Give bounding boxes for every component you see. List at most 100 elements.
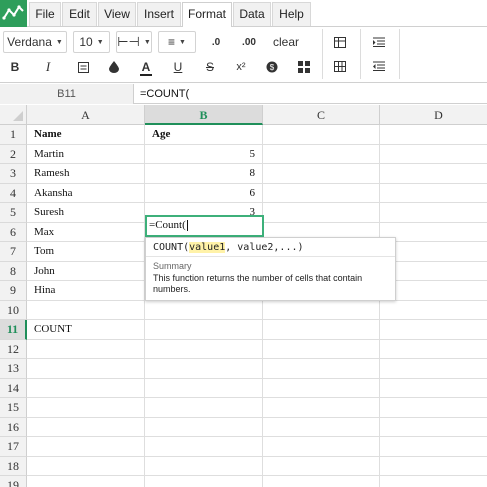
app-logo-icon[interactable] (0, 0, 27, 27)
cell-a10[interactable] (27, 300, 145, 320)
cell-b12[interactable] (145, 339, 263, 359)
cell-c19[interactable] (263, 476, 380, 487)
cell-a1[interactable]: Name (27, 125, 145, 145)
cell-c15[interactable] (263, 398, 380, 418)
menu-view[interactable]: View (98, 2, 136, 26)
cell-d2[interactable] (380, 145, 487, 164)
number-format-icon[interactable] (295, 58, 313, 76)
row-header[interactable]: 19 (0, 476, 27, 487)
cell-d15[interactable] (380, 398, 487, 418)
cell-a8[interactable]: John (27, 261, 145, 281)
cell-a17[interactable] (27, 437, 145, 457)
cell-b11[interactable] (145, 320, 263, 340)
cell-b4[interactable]: 6 (145, 183, 263, 203)
cell-a11[interactable]: COUNT (27, 320, 145, 340)
cell-a19[interactable] (27, 476, 145, 487)
menu-insert[interactable]: Insert (137, 2, 181, 26)
cell-a18[interactable] (27, 456, 145, 476)
row-header[interactable]: 12 (0, 339, 27, 359)
cell-b16[interactable] (145, 417, 263, 437)
cell-a2[interactable]: Martin (27, 144, 145, 164)
row-header[interactable]: 13 (0, 359, 27, 379)
cell-c13[interactable] (263, 359, 380, 379)
column-header-a[interactable]: A (27, 105, 145, 125)
row-header[interactable]: 6 (0, 222, 27, 242)
cell-d12[interactable] (380, 340, 487, 359)
row-header[interactable]: 1 (0, 125, 27, 145)
increase-decimals-button[interactable]: .00 (236, 32, 262, 52)
menu-help[interactable]: Help (272, 2, 311, 26)
cell-d13[interactable] (380, 359, 487, 379)
font-family-dropdown[interactable]: Verdana ▼ (3, 31, 67, 53)
row-header[interactable]: 9 (0, 281, 27, 301)
cell-c18[interactable] (263, 456, 380, 476)
cell-a7[interactable]: Tom (27, 242, 145, 262)
menu-data[interactable]: Data (233, 2, 271, 26)
column-header-d[interactable]: D (380, 105, 487, 125)
row-header[interactable]: 10 (0, 300, 27, 320)
cell-a4[interactable]: Akansha (27, 183, 145, 203)
font-size-dropdown[interactable]: 10 ▼ (73, 31, 110, 53)
column-header-b[interactable]: B (145, 105, 263, 125)
cell-a6[interactable]: Max (27, 222, 145, 242)
cell-reference-box[interactable]: B11 (0, 84, 134, 104)
decrease-decimals-button[interactable]: .0 (204, 32, 228, 52)
cell-d11[interactable] (380, 320, 487, 340)
cell-d3[interactable] (380, 164, 487, 184)
cell-b10[interactable] (145, 300, 263, 320)
wrap-text-icon[interactable] (74, 58, 92, 76)
row-header[interactable]: 5 (0, 203, 27, 223)
indent-decrease-icon[interactable] (369, 56, 389, 76)
cell-a13[interactable] (27, 359, 145, 379)
cell-d17[interactable] (380, 437, 487, 457)
cell-b17[interactable] (145, 437, 263, 457)
text-color-icon[interactable]: A (137, 58, 155, 78)
menu-file[interactable]: File (29, 2, 61, 26)
bold-icon[interactable]: B (6, 58, 24, 76)
cell-b3[interactable]: 8 (145, 164, 263, 184)
cell-d4[interactable] (380, 184, 487, 203)
cell-a3[interactable]: Ramesh (27, 164, 145, 184)
cell-c17[interactable] (263, 437, 380, 457)
merge-cells-icon[interactable] (330, 56, 350, 76)
column-header-c[interactable]: C (263, 105, 380, 125)
cell-a14[interactable] (27, 378, 145, 398)
italic-icon[interactable]: I (39, 58, 57, 76)
cell-d10[interactable] (380, 301, 487, 320)
cell-b18[interactable] (145, 456, 263, 476)
cell-d19[interactable] (380, 476, 487, 487)
clear-button[interactable]: clear (268, 32, 304, 52)
menu-format[interactable]: Format (182, 2, 232, 27)
cell-a16[interactable] (27, 417, 145, 437)
row-header[interactable]: 2 (0, 144, 27, 164)
cell-c2[interactable] (263, 144, 380, 164)
cell-c3[interactable] (263, 164, 380, 184)
cell-d5[interactable] (380, 203, 487, 223)
row-header[interactable]: 8 (0, 261, 27, 281)
fill-color-icon[interactable] (105, 58, 123, 76)
cell-c16[interactable] (263, 417, 380, 437)
cell-d1[interactable] (380, 125, 487, 145)
table-icon[interactable] (330, 32, 350, 52)
currency-icon[interactable]: $ (263, 58, 281, 76)
cell-c12[interactable] (263, 339, 380, 359)
cell-b15[interactable] (145, 398, 263, 418)
cell-a12[interactable] (27, 339, 145, 359)
cell-a5[interactable]: Suresh (27, 203, 145, 223)
cell-b2[interactable]: 5 (145, 144, 263, 164)
row-header[interactable]: 16 (0, 417, 27, 437)
row-header[interactable]: 7 (0, 242, 27, 262)
formula-input[interactable]: =COUNT( (140, 84, 189, 104)
cell-c4[interactable] (263, 183, 380, 203)
cell-c14[interactable] (263, 378, 380, 398)
cell-d18[interactable] (380, 457, 487, 476)
cell-b13[interactable] (145, 359, 263, 379)
cell-b14[interactable] (145, 378, 263, 398)
cell-c10[interactable] (263, 300, 380, 320)
cell-d9[interactable] (380, 281, 487, 301)
indent-increase-icon[interactable] (369, 32, 389, 52)
borders-dropdown[interactable]: ⊢⊣ ▼ (116, 31, 152, 53)
row-header[interactable]: 18 (0, 456, 27, 476)
row-header[interactable]: 11 (0, 320, 27, 340)
cell-d8[interactable] (380, 262, 487, 281)
